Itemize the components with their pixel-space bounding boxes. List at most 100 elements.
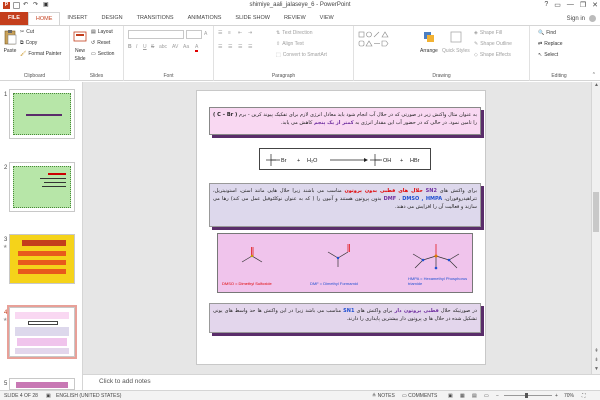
format-painter-button[interactable]: 🖌 Format Painter	[20, 51, 61, 57]
slide-number-3: 3	[4, 237, 8, 243]
quick-styles-icon	[450, 31, 462, 43]
para2-sn2: SN2	[426, 188, 437, 194]
thumb-title-line	[26, 114, 62, 116]
collapse-ribbon-icon[interactable]: ⌃	[592, 72, 596, 78]
shape-fill-button[interactable]: ◈ Shape Fill	[474, 30, 502, 36]
clipboard-group: Paste ✂ Cut ⧉ Copy 🖌 Format Painter Clipboa…	[0, 26, 70, 81]
align-text-button[interactable]: ⇳ Align Text	[276, 41, 304, 47]
plus-sign: +	[297, 158, 300, 164]
fit-to-window-icon[interactable]: ⛶	[582, 393, 586, 399]
comments-toggle[interactable]: ▭ COMMENTS	[402, 393, 437, 399]
tab-animations[interactable]: ANIMATIONS	[181, 12, 229, 25]
scrollbar-thumb[interactable]	[593, 192, 599, 232]
find-button[interactable]: 🔍 Find	[538, 30, 556, 36]
shape-outline-button[interactable]: ✎ Shape Outline	[474, 41, 512, 47]
font-name-combobox[interactable]	[128, 30, 184, 39]
copy-button[interactable]: ⧉ Copy	[20, 40, 37, 46]
font-color-button[interactable]: A	[195, 44, 199, 52]
char-spacing-button[interactable]: AV	[172, 44, 178, 50]
replace-button[interactable]: ⇄ Replace	[538, 41, 563, 47]
section-button[interactable]: ▭ Section	[91, 51, 114, 57]
help-icon[interactable]: ?	[544, 1, 548, 9]
slide-sorter-icon[interactable]: ▦	[460, 393, 465, 399]
thumb-box	[28, 321, 58, 325]
solvent-structures-box[interactable]: DMSO = Dimethyl Sulfoxide DMF = Dimethyl…	[217, 233, 473, 293]
change-case-button[interactable]: Aa	[183, 44, 189, 50]
slide-thumbnail-4[interactable]	[7, 305, 77, 359]
select-button[interactable]: ↖ Select	[538, 52, 558, 58]
font-size-combobox[interactable]	[186, 30, 202, 39]
notes-toggle[interactable]: ≜ NOTES	[372, 393, 395, 399]
center-button[interactable]: ☰	[228, 44, 232, 50]
align-left-button[interactable]: ☰	[218, 44, 222, 50]
zoom-slider-thumb[interactable]	[525, 393, 528, 398]
text-box-solvent-example[interactable]: به عنوان مثال واکنش زیر در صورتی که در ح…	[209, 107, 481, 135]
reading-view-icon[interactable]: ▤	[472, 393, 477, 399]
slideshow-view-icon[interactable]: ▭	[484, 393, 489, 399]
grow-font-button[interactable]: A	[204, 31, 207, 37]
italic-button[interactable]: I	[136, 44, 137, 50]
shape-effects-button[interactable]: ◇ Shape Effects	[474, 52, 511, 58]
reset-label: Reset	[97, 40, 111, 46]
scroll-down-icon[interactable]: ▼	[592, 366, 600, 374]
text-box-sn1-solvents[interactable]: در صورتیکه حلال قطبی پروتون دار برای واک…	[209, 303, 481, 333]
next-slide-icon[interactable]: ⇟	[592, 357, 600, 365]
strikethrough-button[interactable]: S	[151, 44, 154, 50]
zoom-level[interactable]: 70%	[564, 393, 574, 399]
quick-styles-button[interactable]: Quick Styles	[442, 29, 470, 54]
reaction-equation[interactable]: Br + H₂O OH + HBr	[259, 148, 431, 170]
ribbon-display-icon[interactable]: ▭	[554, 1, 561, 9]
increase-indent-button[interactable]: ⇥	[248, 30, 252, 36]
scroll-up-icon[interactable]: ▲	[592, 82, 600, 90]
justify-button[interactable]: ☰	[248, 44, 252, 50]
slide-thumbnail-1[interactable]	[9, 89, 75, 139]
new-slide-button[interactable]: New Slide	[73, 29, 87, 62]
underline-button[interactable]: U	[143, 44, 147, 50]
slide-thumbnail-5[interactable]	[9, 378, 75, 390]
numbering-button[interactable]: ≡	[228, 30, 231, 36]
convert-smartart-button[interactable]: ⬚ Convert to SmartArt	[276, 52, 327, 58]
arrange-button[interactable]: Arrange	[420, 29, 438, 54]
current-slide[interactable]: به عنوان مثال واکنش زیر در صورتی که در ح…	[196, 90, 486, 365]
tab-design[interactable]: DESIGN	[95, 12, 130, 25]
language-indicator[interactable]: ENGLISH (UNITED STATES)	[56, 393, 121, 399]
close-icon[interactable]: ✕	[592, 1, 598, 9]
tab-view[interactable]: VIEW	[313, 12, 341, 25]
zoom-slider[interactable]	[504, 393, 552, 398]
shapes-gallery-icon[interactable]	[358, 30, 418, 54]
tab-home[interactable]: HOME	[27, 12, 61, 25]
minimize-icon[interactable]: —	[567, 1, 574, 9]
tab-insert[interactable]: INSERT	[60, 12, 94, 25]
prev-slide-icon[interactable]: ⇞	[592, 348, 600, 356]
bullets-button[interactable]: ☰	[218, 30, 222, 36]
text-direction-button[interactable]: ⇅ Text Direction	[276, 30, 313, 36]
vertical-scrollbar[interactable]: ▲ ⇞ ⇟ ▼	[591, 82, 600, 374]
sign-in-link[interactable]: Sign in	[567, 16, 585, 22]
cut-button[interactable]: ✂ Cut	[20, 29, 34, 35]
align-right-button[interactable]: ☰	[238, 44, 242, 50]
paste-button[interactable]: Paste	[3, 29, 17, 54]
tab-file[interactable]: FILE	[0, 12, 28, 25]
slide-thumbnail-3[interactable]	[9, 234, 75, 284]
notes-pane[interactable]: Click to add notes	[83, 374, 600, 390]
slide-thumbnail-2[interactable]	[9, 162, 75, 212]
water-label: H₂O	[307, 158, 318, 164]
slide-thumbnail-pane[interactable]: 1 2 3 ★ 4 ★ 5	[0, 82, 83, 390]
account-area[interactable]: Sign in	[567, 15, 596, 22]
dmso-label: DMSO = Dimethyl Sulfoxide	[222, 281, 272, 286]
slide-number-5: 5	[4, 381, 8, 387]
normal-view-icon[interactable]: ▣	[448, 393, 453, 399]
decrease-indent-button[interactable]: ⇤	[238, 30, 242, 36]
text-box-sn2-solvents[interactable]: برای واکنش های SN2 حلال های قطبی بدون پر…	[209, 183, 481, 227]
bold-button[interactable]: B	[128, 44, 132, 50]
tab-transitions[interactable]: TRANSITIONS	[130, 12, 181, 25]
tab-slide-show[interactable]: SLIDE SHOW	[228, 12, 277, 25]
spellcheck-icon[interactable]: ▣	[46, 393, 51, 399]
zoom-out-icon[interactable]: −	[496, 393, 499, 399]
restore-icon[interactable]: ❐	[580, 1, 586, 9]
zoom-in-icon[interactable]: +	[555, 393, 558, 399]
reset-button[interactable]: ↺ Reset	[91, 40, 110, 46]
text-shadow-button[interactable]: abc	[159, 44, 167, 50]
layout-button[interactable]: ▤ Layout	[91, 29, 113, 35]
tab-review[interactable]: REVIEW	[277, 12, 313, 25]
